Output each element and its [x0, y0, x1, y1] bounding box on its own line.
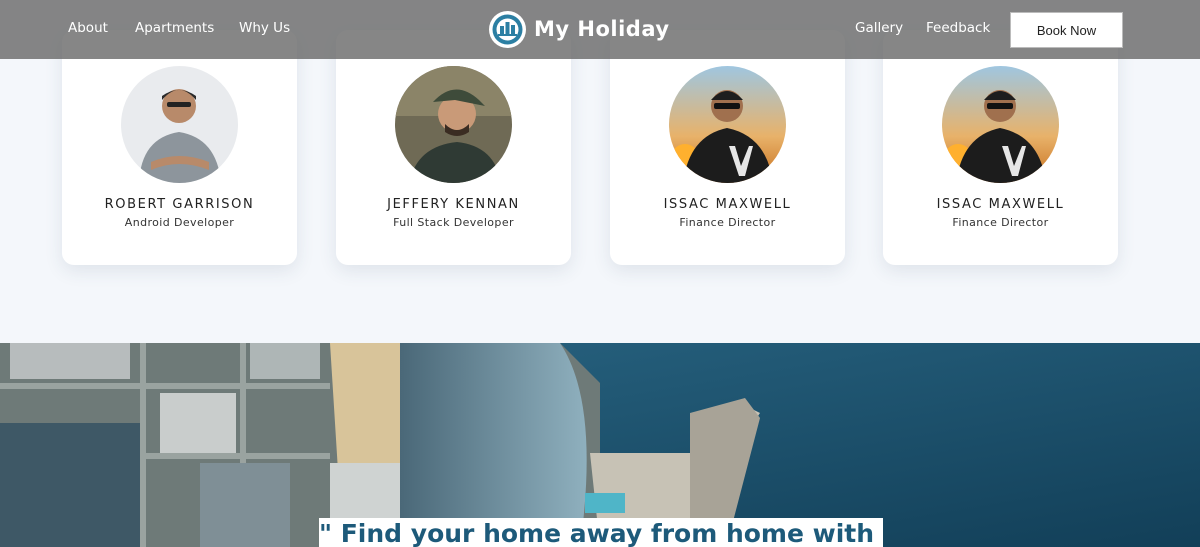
- team-card: ISSAC MAXWELL Finance Director: [610, 30, 845, 265]
- team-avatar: [121, 66, 238, 183]
- hero-image: [0, 343, 1200, 547]
- team-card: ISSAC MAXWELL Finance Director: [883, 30, 1118, 265]
- team-avatar: [395, 66, 512, 183]
- team-role: Android Developer: [124, 216, 235, 229]
- team-name: ISSAC MAXWELL: [936, 197, 1065, 212]
- team-card: JEFFERY KENNAN Full Stack Developer: [336, 30, 571, 265]
- nav-link-about[interactable]: About: [68, 20, 108, 36]
- nav-link-apartments[interactable]: Apartments: [135, 20, 214, 36]
- team-avatar: [669, 66, 786, 183]
- team-role: Finance Director: [679, 216, 776, 229]
- team-card: ROBERT GARRISON Android Developer: [62, 30, 297, 265]
- navbar: About Apartments Why Us My Holiday Galle…: [0, 0, 1200, 59]
- nav-link-feedback[interactable]: Feedback: [926, 20, 990, 36]
- team-name: ISSAC MAXWELL: [663, 197, 792, 212]
- nav-link-gallery[interactable]: Gallery: [855, 20, 903, 36]
- brand-name: My Holiday: [534, 17, 670, 41]
- team-role: Finance Director: [952, 216, 1049, 229]
- brand[interactable]: My Holiday: [489, 9, 670, 49]
- team-avatar: [942, 66, 1059, 183]
- book-now-button[interactable]: Book Now: [1010, 12, 1123, 48]
- team-name: ROBERT GARRISON: [104, 197, 255, 212]
- hero-tagline: " Find your home away from home with us.…: [319, 518, 883, 547]
- team-role: Full Stack Developer: [393, 216, 514, 229]
- nav-link-why-us[interactable]: Why Us: [239, 20, 290, 36]
- brand-logo-icon: [489, 10, 526, 48]
- team-name: JEFFERY KENNAN: [387, 197, 520, 212]
